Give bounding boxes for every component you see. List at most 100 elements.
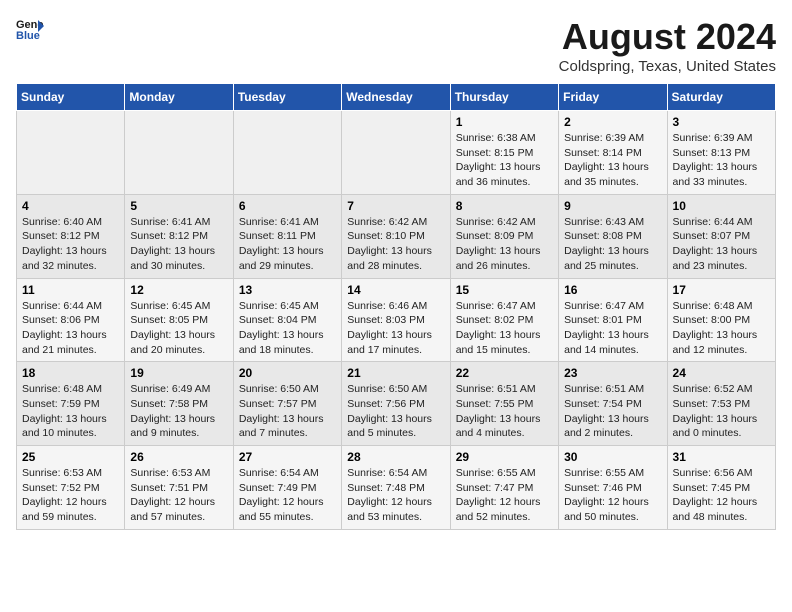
- logo: General Blue: [16, 16, 44, 40]
- day-info: Sunrise: 6:50 AMSunset: 7:56 PMDaylight:…: [347, 382, 444, 441]
- day-number: 10: [673, 199, 770, 213]
- calendar-cell: 2Sunrise: 6:39 AMSunset: 8:14 PMDaylight…: [559, 111, 667, 195]
- calendar-cell: 29 Sunrise: 6:55 AMSunset: 7:47 PMDayligh…: [450, 446, 558, 530]
- day-number: 15: [456, 283, 553, 297]
- day-info: Sunrise: 6:39 AMSunset: 8:14 PMDaylight:…: [564, 131, 661, 190]
- day-number: 23: [564, 366, 661, 380]
- col-tuesday: Tuesday: [233, 84, 341, 111]
- calendar-cell: 6 Sunrise: 6:41 AMSunset: 8:11 PMDaylight…: [233, 194, 341, 278]
- day-number: 9: [564, 199, 661, 213]
- month-year-title: August 2024: [559, 16, 776, 58]
- day-number: 4: [22, 199, 119, 213]
- day-info: Sunrise: 6:51 AMSunset: 7:55 PMDaylight:…: [456, 382, 553, 441]
- day-number: 12: [130, 283, 227, 297]
- day-info: Sunrise: 6:53 AMSunset: 7:51 PMDaylight:…: [130, 466, 227, 525]
- day-number: 7: [347, 199, 444, 213]
- day-info: Sunrise: 6:55 AMSunset: 7:46 PMDaylight:…: [564, 466, 661, 525]
- day-number: 30: [564, 450, 661, 464]
- calendar-cell: 9 Sunrise: 6:43 AMSunset: 8:08 PMDaylight…: [559, 194, 667, 278]
- calendar-cell: [233, 111, 341, 195]
- day-info: Sunrise: 6:56 AMSunset: 7:45 PMDaylight:…: [673, 466, 770, 525]
- day-number: 14: [347, 283, 444, 297]
- day-number: 26: [130, 450, 227, 464]
- day-info: Sunrise: 6:47 AMSunset: 8:02 PMDaylight:…: [456, 299, 553, 358]
- day-number: 17: [673, 283, 770, 297]
- day-info: Sunrise: 6:48 AMSunset: 8:00 PMDaylight:…: [673, 299, 770, 358]
- day-info: Sunrise: 6:44 AMSunset: 8:07 PMDaylight:…: [673, 215, 770, 274]
- location-subtitle: Coldspring, Texas, United States: [559, 58, 776, 75]
- calendar-week-row: 11 Sunrise: 6:44 AMSunset: 8:06 PMDayligh…: [17, 278, 776, 362]
- day-number: 24: [673, 366, 770, 380]
- calendar-cell: 23Sunrise: 6:51 AMSunset: 7:54 PMDayligh…: [559, 362, 667, 446]
- calendar-cell: 8 Sunrise: 6:42 AMSunset: 8:09 PMDaylight…: [450, 194, 558, 278]
- day-number: 3: [673, 115, 770, 129]
- calendar-cell: 10 Sunrise: 6:44 AMSunset: 8:07 PMDayligh…: [667, 194, 775, 278]
- svg-text:Blue: Blue: [16, 30, 40, 40]
- calendar-cell: 31 Sunrise: 6:56 AMSunset: 7:45 PMDayligh…: [667, 446, 775, 530]
- calendar-cell: 5Sunrise: 6:41 AMSunset: 8:12 PMDaylight…: [125, 194, 233, 278]
- day-number: 28: [347, 450, 444, 464]
- day-info: Sunrise: 6:54 AMSunset: 7:48 PMDaylight:…: [347, 466, 444, 525]
- day-info: Sunrise: 6:48 AMSunset: 7:59 PMDaylight:…: [22, 382, 119, 441]
- day-number: 25: [22, 450, 119, 464]
- day-info: Sunrise: 6:43 AMSunset: 8:08 PMDaylight:…: [564, 215, 661, 274]
- day-info: Sunrise: 6:53 AMSunset: 7:52 PMDaylight:…: [22, 466, 119, 525]
- calendar-week-row: 1Sunrise: 6:38 AMSunset: 8:15 PMDaylight…: [17, 111, 776, 195]
- calendar-cell: 11 Sunrise: 6:44 AMSunset: 8:06 PMDayligh…: [17, 278, 125, 362]
- day-info: Sunrise: 6:47 AMSunset: 8:01 PMDaylight:…: [564, 299, 661, 358]
- calendar-cell: 3 Sunrise: 6:39 AMSunset: 8:13 PMDaylight…: [667, 111, 775, 195]
- calendar-cell: [17, 111, 125, 195]
- day-number: 16: [564, 283, 661, 297]
- day-info: Sunrise: 6:49 AMSunset: 7:58 PMDaylight:…: [130, 382, 227, 441]
- col-monday: Monday: [125, 84, 233, 111]
- calendar-week-row: 18Sunrise: 6:48 AMSunset: 7:59 PMDayligh…: [17, 362, 776, 446]
- col-saturday: Saturday: [667, 84, 775, 111]
- col-thursday: Thursday: [450, 84, 558, 111]
- calendar-cell: [342, 111, 450, 195]
- calendar-cell: 30 Sunrise: 6:55 AMSunset: 7:46 PMDayligh…: [559, 446, 667, 530]
- day-info: Sunrise: 6:42 AMSunset: 8:10 PMDaylight:…: [347, 215, 444, 274]
- calendar-week-row: 25 Sunrise: 6:53 AMSunset: 7:52 PMDayligh…: [17, 446, 776, 530]
- col-wednesday: Wednesday: [342, 84, 450, 111]
- day-info: Sunrise: 6:50 AMSunset: 7:57 PMDaylight:…: [239, 382, 336, 441]
- day-number: 6: [239, 199, 336, 213]
- calendar-cell: 21Sunrise: 6:50 AMSunset: 7:56 PMDayligh…: [342, 362, 450, 446]
- day-number: 19: [130, 366, 227, 380]
- day-number: 27: [239, 450, 336, 464]
- day-info: Sunrise: 6:39 AMSunset: 8:13 PMDaylight:…: [673, 131, 770, 190]
- day-info: Sunrise: 6:44 AMSunset: 8:06 PMDaylight:…: [22, 299, 119, 358]
- day-number: 1: [456, 115, 553, 129]
- calendar-cell: 13 Sunrise: 6:45 AMSunset: 8:04 PMDayligh…: [233, 278, 341, 362]
- day-info: Sunrise: 6:45 AMSunset: 8:04 PMDaylight:…: [239, 299, 336, 358]
- day-info: Sunrise: 6:55 AMSunset: 7:47 PMDaylight:…: [456, 466, 553, 525]
- calendar-cell: 20Sunrise: 6:50 AMSunset: 7:57 PMDayligh…: [233, 362, 341, 446]
- calendar-cell: 15 Sunrise: 6:47 AMSunset: 8:02 PMDayligh…: [450, 278, 558, 362]
- day-number: 22: [456, 366, 553, 380]
- calendar-week-row: 4 Sunrise: 6:40 AMSunset: 8:12 PMDaylight…: [17, 194, 776, 278]
- day-info: Sunrise: 6:45 AMSunset: 8:05 PMDaylight:…: [130, 299, 227, 358]
- title-block: August 2024 Coldspring, Texas, United St…: [559, 16, 776, 75]
- calendar-cell: 7 Sunrise: 6:42 AMSunset: 8:10 PMDaylight…: [342, 194, 450, 278]
- calendar-cell: [125, 111, 233, 195]
- calendar-cell: 18Sunrise: 6:48 AMSunset: 7:59 PMDayligh…: [17, 362, 125, 446]
- weekday-header-row: Sunday Monday Tuesday Wednesday Thursday…: [17, 84, 776, 111]
- calendar-cell: 25 Sunrise: 6:53 AMSunset: 7:52 PMDayligh…: [17, 446, 125, 530]
- calendar-cell: 1Sunrise: 6:38 AMSunset: 8:15 PMDaylight…: [450, 111, 558, 195]
- calendar-cell: 28 Sunrise: 6:54 AMSunset: 7:48 PMDayligh…: [342, 446, 450, 530]
- day-number: 8: [456, 199, 553, 213]
- col-friday: Friday: [559, 84, 667, 111]
- day-info: Sunrise: 6:41 AMSunset: 8:11 PMDaylight:…: [239, 215, 336, 274]
- calendar-cell: 27 Sunrise: 6:54 AMSunset: 7:49 PMDayligh…: [233, 446, 341, 530]
- day-number: 31: [673, 450, 770, 464]
- day-number: 13: [239, 283, 336, 297]
- day-info: Sunrise: 6:40 AMSunset: 8:12 PMDaylight:…: [22, 215, 119, 274]
- day-info: Sunrise: 6:42 AMSunset: 8:09 PMDaylight:…: [456, 215, 553, 274]
- calendar-cell: 4 Sunrise: 6:40 AMSunset: 8:12 PMDaylight…: [17, 194, 125, 278]
- day-number: 29: [456, 450, 553, 464]
- day-number: 11: [22, 283, 119, 297]
- calendar-cell: 16 Sunrise: 6:47 AMSunset: 8:01 PMDayligh…: [559, 278, 667, 362]
- calendar-cell: 14 Sunrise: 6:46 AMSunset: 8:03 PMDayligh…: [342, 278, 450, 362]
- logo-icon: General Blue: [16, 16, 44, 40]
- day-info: Sunrise: 6:46 AMSunset: 8:03 PMDaylight:…: [347, 299, 444, 358]
- day-info: Sunrise: 6:54 AMSunset: 7:49 PMDaylight:…: [239, 466, 336, 525]
